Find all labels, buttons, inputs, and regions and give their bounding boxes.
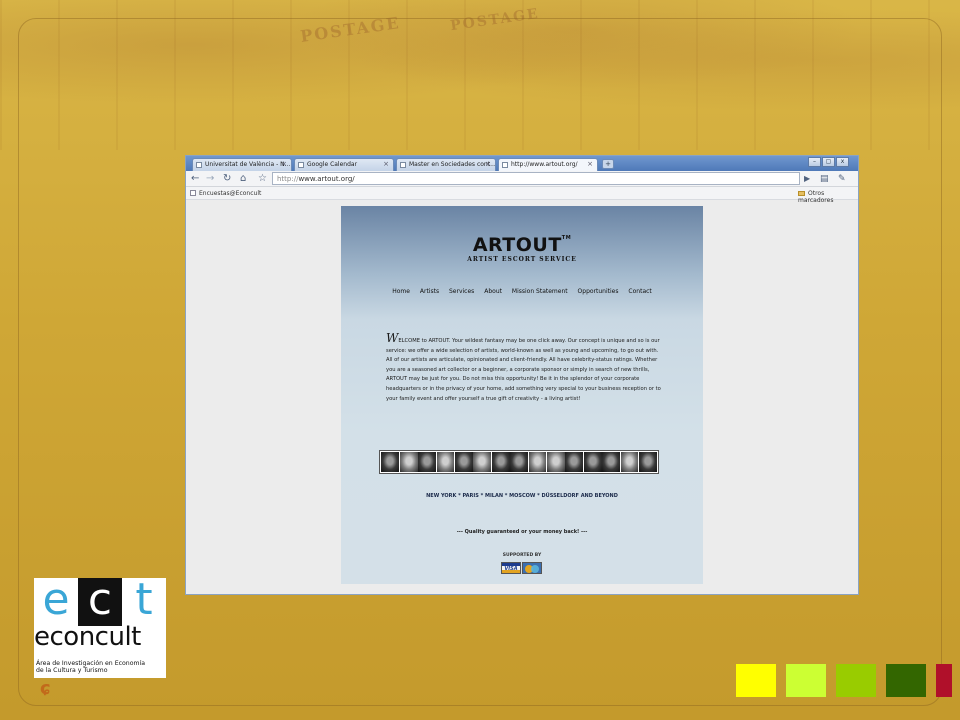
page-icon <box>400 162 406 168</box>
close-icon[interactable]: × <box>281 160 287 168</box>
page-menu-icon[interactable]: ▤ <box>820 173 829 185</box>
quality-guarantee: --- Quality guaranteed or your money bac… <box>456 529 588 535</box>
bookmark-label: Encuestas@Econcult <box>199 190 262 197</box>
close-icon[interactable]: × <box>587 160 593 168</box>
tab-label: http://www.artout.org/ <box>511 161 578 168</box>
color-square-green <box>836 664 876 697</box>
econcult-subtitle-line: de la Cultura y Turismo <box>36 667 108 674</box>
maximize-button[interactable]: ▢ <box>822 157 835 167</box>
browser-window: Universitat de València - N... × Google … <box>185 155 859 595</box>
nav-contact[interactable]: Contact <box>628 288 651 295</box>
tab-google-calendar[interactable]: Google Calendar × <box>294 158 394 171</box>
address-host: www.artout.org/ <box>298 175 355 183</box>
artist-portrait <box>620 452 639 472</box>
back-icon[interactable]: ← <box>191 173 199 185</box>
artist-portrait <box>418 452 436 472</box>
site-logo[interactable]: ARTOUTTM <box>341 234 703 256</box>
artist-portrait <box>528 452 547 472</box>
econcult-subtitle-line: Área de Investigación en Economía <box>36 660 146 667</box>
welcome-initial: W <box>386 331 399 345</box>
econcult-logo: e c t econcult Área de Investigación en … <box>34 578 166 678</box>
artist-portrait <box>436 452 455 472</box>
mastercard-icon <box>522 562 542 574</box>
supported-by-label: SUPPORTED BY <box>502 553 542 558</box>
forward-icon[interactable]: → <box>206 173 214 185</box>
tab-universitat[interactable]: Universitat de València - N... × <box>192 158 292 171</box>
tab-master[interactable]: Master en Sociedades cont... × <box>396 158 496 171</box>
wrench-icon[interactable]: ✎ <box>838 173 846 185</box>
ect-letters: e c t <box>34 578 166 626</box>
site-tagline: ARTIST ESCORT SERVICE <box>467 256 577 263</box>
nav-home[interactable]: Home <box>392 288 410 295</box>
artist-portrait <box>473 452 492 472</box>
artist-portrait <box>399 452 418 472</box>
nav-about[interactable]: About <box>484 288 502 295</box>
close-icon[interactable]: × <box>383 160 389 168</box>
welcome-paragraph: WELCOME to ARTOUT. Your wildest fantasy … <box>386 331 662 404</box>
cities-line: NEW YORK * PARIS * MILAN * MOSCOW * DÜSS… <box>426 493 618 499</box>
artist-portrait <box>583 452 602 472</box>
swirl-mark-icon: ɕ <box>40 678 51 699</box>
folder-icon <box>798 191 805 196</box>
ect-letter-e: e <box>34 578 78 626</box>
ect-letter-t: t <box>122 578 166 626</box>
tab-label: Master en Sociedades cont... <box>409 161 496 168</box>
nav-opportunities[interactable]: Opportunities <box>578 288 619 295</box>
nav-mission-statement[interactable]: Mission Statement <box>512 288 568 295</box>
address-bar[interactable]: http://www.artout.org/ <box>272 172 800 185</box>
artist-portrait <box>546 452 565 472</box>
home-icon[interactable]: ⌂ <box>240 173 246 185</box>
artist-faces-strip[interactable] <box>379 450 659 474</box>
econcult-wordmark: econcult <box>34 622 141 652</box>
artist-portrait <box>510 452 528 472</box>
calendar-icon <box>298 162 304 168</box>
payment-cards: VISA <box>501 562 543 574</box>
bookmarks-bar: Encuestas@Econcult Otros marcadores <box>186 187 858 204</box>
go-icon[interactable]: ▶ <box>804 173 810 185</box>
close-window-button[interactable]: x <box>836 157 849 167</box>
logo-text: ARTOUT <box>472 234 562 256</box>
page-icon <box>190 190 196 196</box>
tab-label: Universitat de València - N... <box>205 161 291 168</box>
artist-portrait <box>638 452 657 472</box>
site-nav: Home Artists Services About Mission Stat… <box>341 288 703 295</box>
page-icon <box>502 162 508 168</box>
color-square-lime <box>786 664 826 697</box>
close-icon[interactable]: × <box>485 160 491 168</box>
artist-portrait <box>602 452 620 472</box>
artist-portrait <box>565 452 584 472</box>
nav-artists[interactable]: Artists <box>420 288 439 295</box>
econcult-subtitle: Área de Investigación en Economía de la … <box>36 660 166 674</box>
welcome-text: ELCOME to ARTOUT. Your wildest fantasy m… <box>386 338 661 402</box>
artist-portrait <box>491 452 510 472</box>
tab-strip: Universitat de València - N... × Google … <box>186 156 858 171</box>
artist-portrait <box>454 452 473 472</box>
artout-page: ARTOUTTM ARTIST ESCORT SERVICE Home Arti… <box>341 206 703 584</box>
nav-services[interactable]: Services <box>449 288 474 295</box>
minimize-button[interactable]: – <box>808 157 821 167</box>
color-square-dark-green <box>886 664 926 697</box>
trademark-mark: TM <box>561 235 572 241</box>
bookmark-otros-marcadores[interactable]: Otros marcadores <box>798 190 858 204</box>
artist-portrait <box>381 452 400 472</box>
bookmark-encuestas[interactable]: Encuestas@Econcult <box>190 190 261 197</box>
browser-toolbar: ← → ↻ ⌂ ☆ http://www.artout.org/ ▶ ▤ ✎ <box>186 171 858 187</box>
page-icon <box>196 162 202 168</box>
star-icon[interactable]: ☆ <box>258 173 267 185</box>
address-protocol: http:// <box>277 175 299 183</box>
color-square-yellow <box>736 664 776 697</box>
color-square-red <box>936 664 952 697</box>
new-tab-button[interactable]: + <box>602 159 614 169</box>
tab-artout[interactable]: http://www.artout.org/ × <box>498 158 598 171</box>
tab-label: Google Calendar <box>307 161 358 168</box>
ect-letter-c: c <box>78 578 122 626</box>
visa-card-icon: VISA <box>501 562 521 574</box>
reload-icon[interactable]: ↻ <box>223 173 231 185</box>
